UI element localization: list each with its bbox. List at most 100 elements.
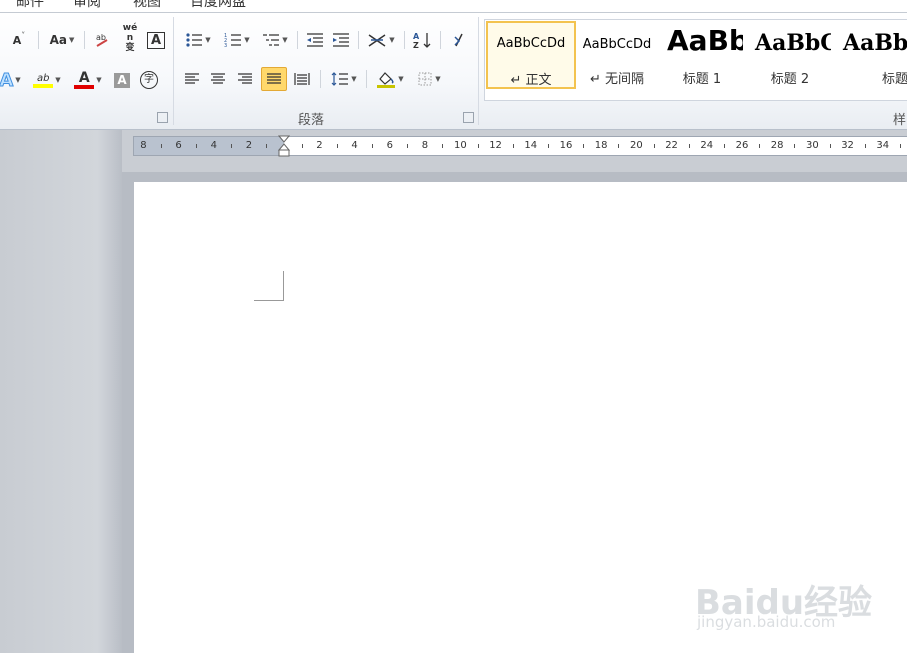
multilevel-list-button[interactable]: ▼ <box>259 29 291 51</box>
toolbar-separator <box>358 31 359 49</box>
toolbar-separator <box>297 31 298 49</box>
borders-button[interactable]: ▼ <box>412 68 446 90</box>
chevron-down-icon: ▼ <box>96 76 102 84</box>
style-name: ↵ 无间隔 <box>589 72 645 87</box>
style-name: 标题 1 <box>682 72 722 87</box>
decrease-indent-button[interactable] <box>304 29 326 51</box>
ruler-tick <box>900 144 901 148</box>
toolbar-separator <box>366 70 367 88</box>
paint-bucket-icon <box>377 72 396 88</box>
multilevel-list-icon <box>263 34 280 46</box>
phonetic-guide-button[interactable]: wén 变 <box>118 23 142 53</box>
style-sample: AaBbCcDd <box>496 36 566 51</box>
shrink-font-button[interactable]: A ˅ <box>8 29 30 51</box>
chevron-down-icon: ▼ <box>69 36 75 44</box>
ruler-number: 6 <box>386 140 393 151</box>
shading-button[interactable]: ▼ <box>372 68 408 90</box>
font-color-glyph: A <box>78 70 90 86</box>
ruler-tick <box>653 144 655 148</box>
character-shading-button[interactable]: A <box>112 69 132 91</box>
ruler-tick <box>548 144 549 148</box>
style-name: 标题 <box>882 72 907 87</box>
tab-view[interactable]: 视图 <box>133 0 161 11</box>
bullets-button[interactable]: ▼ <box>182 29 214 51</box>
increase-indent-button[interactable] <box>330 29 352 51</box>
increase-indent-icon <box>333 33 349 47</box>
ruler-number: 4 <box>210 140 217 151</box>
toolbar-separator <box>440 31 441 49</box>
font-dialog-launcher-icon[interactable] <box>157 112 168 123</box>
sort-icon: AZ <box>413 32 431 49</box>
paragraph-dialog-launcher-icon[interactable] <box>463 112 474 123</box>
text-highlight-button[interactable]: ab ▼ <box>28 69 66 91</box>
ruler-number: 22 <box>665 140 678 151</box>
style-name: 标题 2 <box>770 72 810 87</box>
ruler-number: 20 <box>630 140 643 151</box>
ruler-number: 12 <box>489 140 502 151</box>
align-right-icon <box>238 73 252 84</box>
clear-format-button[interactable]: ab <box>92 29 114 51</box>
text-effects-button[interactable]: A ▼ <box>0 69 22 91</box>
tab-baidu-netdisk[interactable]: 百度网盘 <box>190 0 246 11</box>
ribbon: A ˅ Aa ▼ ab wén 变 A A ▼ ab ▼ A ▼ A 字 ▼ 1… <box>0 13 907 130</box>
chinese-layout-button[interactable]: ▼ <box>364 29 398 51</box>
style-heading-2[interactable]: AaBbC 标题 2 <box>749 22 831 88</box>
phonetic-guide-icon: wén 变 <box>122 23 138 53</box>
character-border-button[interactable]: A <box>146 29 166 51</box>
style-sample: AaBbC <box>755 30 831 56</box>
ruler-number: 30 <box>806 140 819 151</box>
highlight-color-bar <box>33 83 54 88</box>
justify-button[interactable] <box>261 67 287 91</box>
chevron-down-icon: ▼ <box>351 75 357 83</box>
line-spacing-button[interactable]: ▼ <box>328 68 360 90</box>
ruler-number: 8 <box>140 140 147 151</box>
styles-gallery: AaBbCcDd ↵ 正文 AaBbCcDd ↵ 无间隔 AaBb 标题 1 A… <box>484 19 907 101</box>
align-right-button[interactable] <box>234 68 256 90</box>
svg-text:A: A <box>413 32 420 41</box>
ruler-number: 26 <box>735 140 749 151</box>
style-no-spacing[interactable]: AaBbCcDd ↵ 无间隔 <box>574 22 660 88</box>
ruler-number: 18 <box>594 140 608 151</box>
ruler-tick <box>864 144 866 148</box>
margin-corner-mark <box>254 271 284 301</box>
enclose-characters-button[interactable]: 字 <box>138 69 160 91</box>
align-left-icon <box>185 73 199 84</box>
tab-review[interactable]: 审阅 <box>73 0 101 11</box>
toolbar-separator <box>404 31 405 49</box>
sort-button[interactable]: AZ <box>410 29 434 51</box>
horizontal-ruler[interactable]: 8 6 4 2 2 4 6 8 10 12 14 16 18 20 22 24 26 28 30 32 34 <box>133 135 907 157</box>
numbered-list-icon: 123 <box>224 33 242 48</box>
show-hide-marks-button[interactable] <box>448 29 470 51</box>
chevron-down-icon: ▼ <box>398 75 404 83</box>
align-left-button[interactable] <box>181 68 203 90</box>
style-title[interactable]: AaBb 标题 <box>837 22 907 88</box>
svg-text:3: 3 <box>224 43 227 48</box>
highlight-glyph: ab <box>37 72 50 84</box>
character-shading-icon: A <box>114 72 130 88</box>
style-heading-1[interactable]: AaBb 标题 1 <box>661 22 743 88</box>
tab-mailings[interactable]: 邮件 <box>16 0 44 11</box>
ruler-tick <box>512 144 514 148</box>
change-case-button[interactable]: Aa ▼ <box>46 29 78 51</box>
chevron-down-icon: ▼ <box>435 75 441 83</box>
ruler-tick <box>372 144 373 148</box>
group-separator <box>173 17 174 125</box>
ruler-number: 14 <box>524 140 538 151</box>
style-normal[interactable]: AaBbCcDd ↵ 正文 <box>486 21 576 89</box>
font-color-button[interactable]: A ▼ <box>70 69 106 91</box>
ruler-tick <box>336 144 338 148</box>
style-sample: AaBb <box>843 30 907 56</box>
ruler-tick <box>724 144 725 148</box>
indent-marker-icon[interactable] <box>278 135 290 157</box>
change-case-icon: Aa <box>49 33 67 47</box>
ruler-tick <box>688 144 690 148</box>
align-center-button[interactable] <box>207 68 229 90</box>
chinese-layout-icon <box>368 34 386 47</box>
styles-group-label: 样 <box>893 113 907 128</box>
distributed-button[interactable] <box>291 68 313 90</box>
enclose-characters-icon: 字 <box>140 71 158 89</box>
numbering-button[interactable]: 1 2 3 ▼ <box>220 29 254 51</box>
distributed-icon <box>294 73 310 85</box>
chevron-down-icon: ▼ <box>15 76 21 84</box>
ruler-tick <box>794 144 796 148</box>
